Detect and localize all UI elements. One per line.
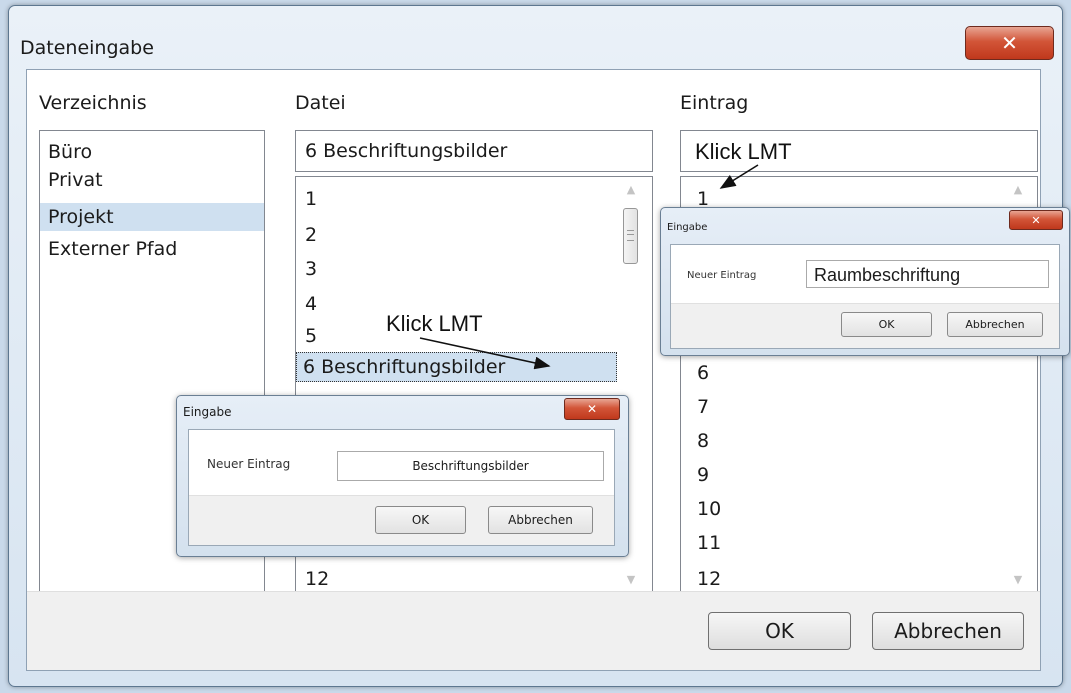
- neuer-eintrag-label: Neuer Eintrag: [207, 457, 291, 471]
- datei-label: Datei: [295, 92, 346, 114]
- scrollbar-thumb[interactable]: [623, 208, 638, 264]
- cancel-button[interactable]: Abbrechen: [872, 612, 1024, 650]
- dialog-title: Eingabe: [667, 222, 708, 233]
- client-area: Verzeichnis Datei Eintrag Büro Privat Pr…: [26, 69, 1041, 671]
- list-item[interactable]: Privat: [48, 166, 103, 194]
- dialog-body: Neuer Eintrag Raumbeschriftung OK Abbrec…: [670, 244, 1060, 349]
- list-item[interactable]: 12: [697, 565, 721, 593]
- scroll-down-icon[interactable]: ▼: [624, 574, 638, 585]
- list-item[interactable]: 3: [305, 255, 317, 283]
- ok-button[interactable]: OK: [841, 312, 932, 337]
- list-item[interactable]: 8: [697, 427, 709, 455]
- list-item[interactable]: 12: [305, 565, 329, 593]
- neuer-eintrag-input[interactable]: Beschriftungsbilder: [337, 451, 604, 481]
- eingabe-dialog-right: Eingabe ✕ Neuer Eintrag Raumbeschriftung…: [660, 207, 1070, 356]
- list-item[interactable]: Externer Pfad: [48, 235, 177, 263]
- dialog-footer: OK Abbrechen: [27, 591, 1040, 670]
- ok-button[interactable]: OK: [375, 506, 466, 534]
- scroll-up-icon[interactable]: ▲: [624, 184, 638, 195]
- neuer-eintrag-label: Neuer Eintrag: [687, 270, 757, 281]
- dialog-body: Neuer Eintrag Beschriftungsbilder OK Abb…: [188, 429, 615, 546]
- close-icon[interactable]: ✕: [1009, 210, 1063, 230]
- list-item[interactable]: Büro: [48, 138, 92, 166]
- list-item[interactable]: 4: [305, 290, 317, 318]
- list-item[interactable]: 7: [697, 393, 709, 421]
- close-icon: ✕: [1001, 31, 1018, 55]
- eintrag-label: Eintrag: [680, 92, 749, 114]
- list-item[interactable]: 9: [697, 461, 709, 489]
- scroll-up-icon[interactable]: ▲: [1011, 184, 1025, 195]
- close-icon[interactable]: ✕: [564, 398, 620, 420]
- dialog-title: Eingabe: [183, 405, 232, 419]
- list-item[interactable]: 2: [305, 221, 317, 249]
- cancel-button[interactable]: Abbrechen: [947, 312, 1043, 337]
- scroll-down-icon[interactable]: ▼: [1011, 574, 1025, 585]
- close-button[interactable]: ✕: [965, 26, 1054, 60]
- list-item-selected[interactable]: 6 Beschriftungsbilder: [296, 352, 617, 382]
- window-title: Dateneingabe: [20, 37, 154, 59]
- cancel-button[interactable]: Abbrechen: [488, 506, 593, 534]
- list-item[interactable]: 5: [305, 322, 317, 350]
- datei-input[interactable]: 6 Beschriftungsbilder: [295, 130, 653, 172]
- dialog-footer: OK Abbrechen: [671, 303, 1059, 348]
- eingabe-dialog-left: Eingabe ✕ Neuer Eintrag Beschriftungsbil…: [176, 395, 629, 557]
- list-item[interactable]: 10: [697, 495, 721, 523]
- datei-click-annotation: Klick LMT: [386, 311, 483, 336]
- ok-button[interactable]: OK: [708, 612, 851, 650]
- list-item-selected[interactable]: Projekt: [40, 203, 264, 231]
- eintrag-input[interactable]: Klick LMT: [680, 130, 1038, 172]
- neuer-eintrag-input[interactable]: Raumbeschriftung: [806, 260, 1049, 288]
- eintrag-click-annotation: Klick LMT: [695, 139, 792, 164]
- list-item[interactable]: 11: [697, 529, 721, 557]
- list-item[interactable]: 6: [697, 359, 709, 387]
- verzeichnis-label: Verzeichnis: [39, 92, 147, 114]
- dialog-footer: OK Abbrechen: [189, 495, 614, 545]
- list-item[interactable]: 1: [305, 185, 317, 213]
- datei-input-value: 6 Beschriftungsbilder: [305, 140, 508, 162]
